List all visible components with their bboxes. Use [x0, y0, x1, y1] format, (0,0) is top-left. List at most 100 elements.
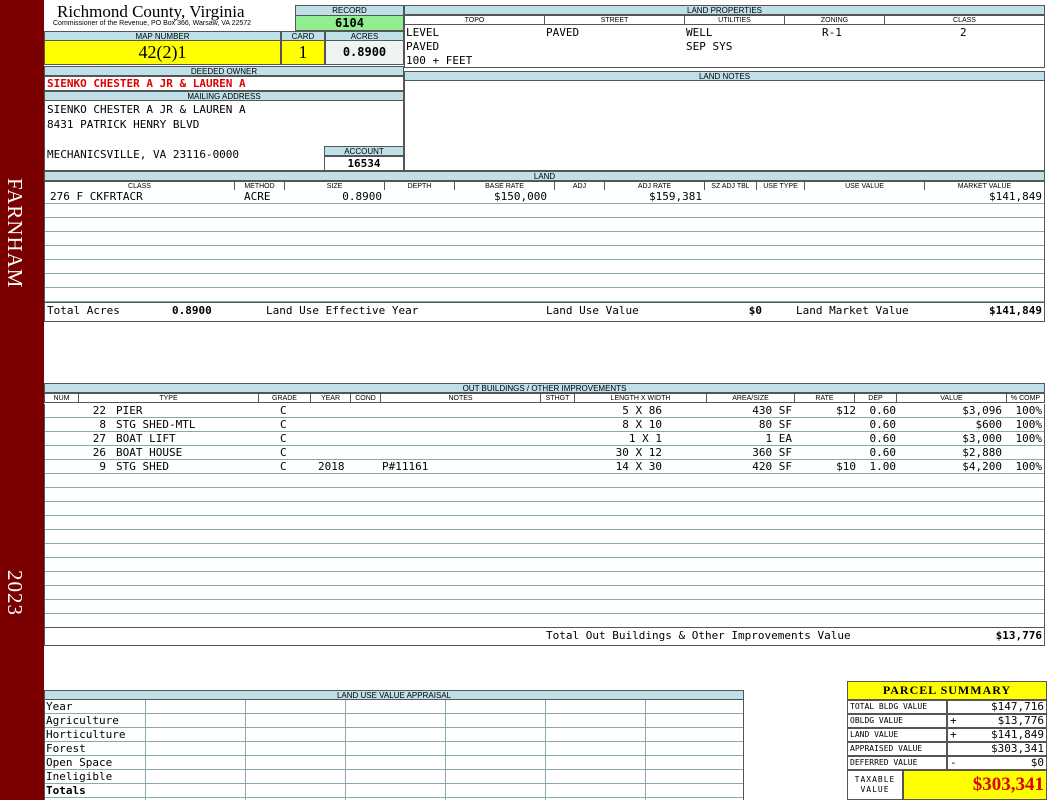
- ob-grade: C: [280, 432, 287, 445]
- utilities-2: SEP SYS: [686, 40, 733, 53]
- parcel-summary-title: PARCEL SUMMARY: [847, 681, 1047, 700]
- ob-rate: $10: [836, 460, 856, 473]
- lua-agriculture: Agriculture: [46, 714, 119, 727]
- ob-col-grade: GRADE: [259, 394, 311, 403]
- ob-type: BOAT HOUSE: [116, 446, 183, 459]
- lua-forest: Forest: [46, 742, 86, 755]
- account-number: 16534: [324, 156, 404, 171]
- ob-lw: 5 X 86: [622, 404, 662, 417]
- ob-value: $2,880: [962, 446, 1002, 459]
- summary-label: TOTAL BLDG VALUE: [847, 700, 947, 714]
- taxable-value: $303,341: [903, 770, 1047, 800]
- ob-type: PIER: [116, 404, 143, 417]
- total-acres: 0.8900: [172, 304, 212, 317]
- mailing-line-3: MECHANICSVILLE, VA 23116-0000: [47, 148, 240, 161]
- mailing-line-1: SIENKO CHESTER A JR & LAUREN A: [47, 103, 246, 116]
- ob-col-sthgt: STHGT: [541, 394, 575, 403]
- map-number: 42(2)1: [44, 40, 281, 65]
- outbuildings-total-label: Total Out Buildings & Other Improvements…: [546, 629, 851, 642]
- ob-col-notes: NOTES: [381, 394, 541, 403]
- ob-type: BOAT LIFT: [116, 432, 176, 445]
- ob-lw: 8 X 10: [622, 418, 662, 431]
- ob-dep: 0.60: [869, 404, 897, 417]
- summary-sign: +: [950, 728, 957, 741]
- ob-col-cond: COND: [351, 394, 381, 403]
- land-use-appraisal-grid: [44, 700, 744, 800]
- ob-col-type: TYPE: [79, 394, 259, 403]
- ob-area: 1 EA: [765, 432, 793, 445]
- ob-type: STG SHED: [116, 460, 169, 473]
- ob-num: 8: [99, 418, 106, 431]
- summary-label: APPRAISED VALUE: [847, 742, 947, 756]
- card-number: 1: [281, 40, 325, 65]
- district-sidebar: FARNHAM 2023: [0, 0, 44, 800]
- total-acres-label: Total Acres: [47, 304, 120, 317]
- class-value: 2: [960, 26, 967, 39]
- ob-value: $4,200: [962, 460, 1002, 473]
- summary-label: DEFERRED VALUE: [847, 756, 947, 770]
- ob-grade: C: [280, 460, 287, 473]
- land-notes-box: [404, 80, 1045, 171]
- summary-sign: -: [950, 756, 957, 769]
- topo-2: PAVED: [406, 40, 440, 53]
- land-use-value-label: Land Use Value: [546, 304, 639, 317]
- ob-year: 2018: [318, 460, 345, 473]
- mailing-line-2: 8431 PATRICK HENRY BLVD: [47, 118, 200, 131]
- ob-dep: 1.00: [869, 460, 897, 473]
- lua-year: Year: [46, 700, 73, 713]
- ob-col-comp: % COMP: [1010, 395, 1041, 402]
- ob-comp: 100%: [1015, 404, 1043, 417]
- ob-area: 360 SF: [752, 446, 792, 459]
- taxable-value-label: TAXABLE VALUE: [847, 770, 903, 800]
- street-value: PAVED: [546, 26, 580, 39]
- land-adj-rate: $159,381: [649, 190, 702, 203]
- land-rows: [44, 190, 1045, 302]
- ob-col-num: NUM: [45, 394, 79, 403]
- summary-sign: +: [950, 714, 957, 727]
- summary-value: $141,849: [947, 728, 1047, 742]
- ob-num: 26: [92, 446, 106, 459]
- ob-lw: 1 X 1: [628, 432, 662, 445]
- ob-comp: 100%: [1015, 460, 1043, 473]
- utilities-1: WELL: [686, 26, 713, 39]
- sidebar-year: 2023: [3, 570, 27, 616]
- ob-dep: 0.60: [869, 418, 897, 431]
- ob-col-length-width: LENGTH X WIDTH: [575, 394, 707, 403]
- land-use-appraisal-title: LAND USE VALUE APPRAISAL: [44, 690, 744, 700]
- outbuildings-total: $13,776: [995, 629, 1042, 642]
- lua-ineligible: Ineligible: [46, 770, 113, 783]
- ob-lw: 14 X 30: [615, 460, 662, 473]
- ob-value: $3,000: [962, 432, 1002, 445]
- ob-col-area: AREA/SIZE: [707, 394, 795, 403]
- topo-3: 100 + FEET: [406, 54, 473, 67]
- land-method: ACRE: [244, 190, 271, 203]
- commissioner-address: Commissioner of the Revenue, PO Box 366,…: [53, 20, 252, 27]
- land-use-value: $0: [748, 304, 762, 317]
- ob-type: STG SHED-MTL: [116, 418, 196, 431]
- land-market-value-total: $141,849: [989, 304, 1042, 317]
- account-label: ACCOUNT: [324, 146, 404, 156]
- outbuildings-header: NUM TYPE GRADE YEAR COND NOTES STHGT LEN…: [44, 393, 1045, 403]
- ob-grade: C: [280, 404, 287, 417]
- ob-comp: 100%: [1015, 418, 1043, 431]
- outbuildings-title: OUT BUILDINGS / OTHER IMPROVEMENTS: [44, 383, 1045, 393]
- ob-num: 22: [92, 404, 106, 417]
- ob-lw: 30 X 12: [615, 446, 662, 459]
- ob-area: 80 SF: [758, 418, 792, 431]
- land-base-rate: $150,000: [494, 190, 547, 203]
- acres-value: 0.8900: [325, 40, 404, 65]
- land-size: 0.8900: [342, 190, 382, 203]
- zoning-value: R-1: [822, 26, 842, 39]
- deeded-owner: SIENKO CHESTER A JR & LAUREN A: [44, 76, 404, 91]
- ob-dep: 0.60: [869, 432, 897, 445]
- ob-notes: P#11161: [382, 460, 429, 473]
- ob-comp: 100%: [1015, 432, 1043, 445]
- ob-col-value: VALUE: [897, 394, 1007, 403]
- summary-value: $147,716: [947, 700, 1047, 714]
- ob-grade: C: [280, 418, 287, 431]
- district-name: FARNHAM: [3, 178, 27, 289]
- land-market-value: $141,849: [989, 190, 1042, 203]
- county-title: Richmond County, Virginia: [57, 2, 245, 21]
- deeded-owner-label: DEEDED OWNER: [44, 66, 404, 76]
- summary-value: $0: [947, 756, 1047, 770]
